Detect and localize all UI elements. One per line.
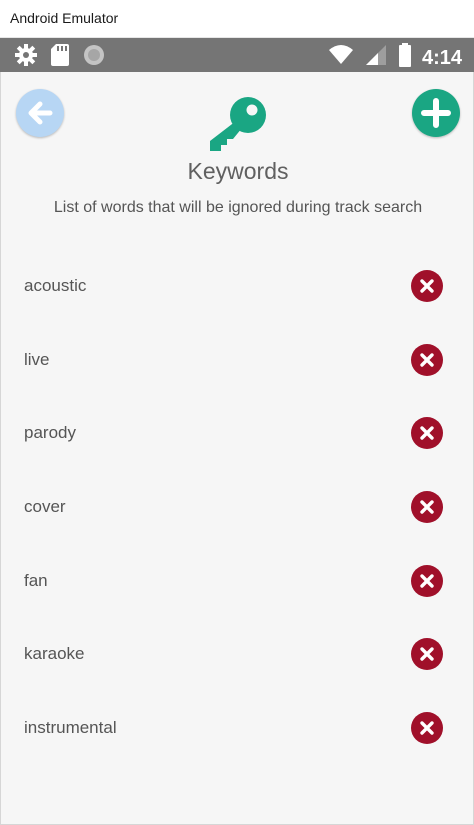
back-button[interactable] <box>16 89 64 137</box>
circle-icon <box>82 43 106 72</box>
list-item: fan <box>1 544 473 618</box>
page-title: Keywords <box>187 158 289 184</box>
keyword-label: live <box>24 349 50 369</box>
list-item: parody <box>1 396 473 470</box>
signal-icon <box>364 43 388 72</box>
keyword-label: acoustic <box>24 276 87 295</box>
page-subtitle: List of words that will be ignored durin… <box>53 199 423 216</box>
list-item: live <box>1 323 473 397</box>
remove-keyword-button[interactable] <box>411 638 443 671</box>
window-titlebar: Android Emulator <box>0 0 474 38</box>
window-title: Android Emulator <box>10 10 119 26</box>
keyword-list: acoustic live parody cover fan karaoke i… <box>1 249 473 765</box>
app-screen: Keywords List of words that will be igno… <box>0 72 474 825</box>
keyword-label: instrumental <box>24 718 117 738</box>
close-icon <box>420 574 434 588</box>
wifi-icon <box>328 43 354 72</box>
close-icon <box>420 647 434 662</box>
battery-icon <box>398 43 412 72</box>
keyword-label: cover <box>24 497 66 517</box>
keyword-label: fan <box>24 570 48 590</box>
close-icon <box>420 279 434 293</box>
gear-icon <box>14 43 38 72</box>
remove-keyword-button[interactable] <box>411 343 443 376</box>
add-keyword-button[interactable] <box>412 89 460 137</box>
close-icon <box>420 352 434 367</box>
remove-keyword-button[interactable] <box>411 491 443 524</box>
close-icon <box>420 426 434 441</box>
arrow-left-icon <box>28 101 53 125</box>
keyword-label: karaoke <box>24 644 85 664</box>
remove-keyword-button[interactable] <box>411 270 443 302</box>
sd-card-icon <box>50 43 70 72</box>
key-icon <box>210 97 266 151</box>
list-item: cover <box>1 470 473 544</box>
status-clock: 4:14 <box>421 46 462 69</box>
list-item: instrumental <box>1 691 473 765</box>
status-bar: 4:14 <box>0 38 474 72</box>
list-item: acoustic <box>1 249 473 323</box>
remove-keyword-button[interactable] <box>411 417 443 450</box>
remove-keyword-button[interactable] <box>411 564 443 597</box>
plus-icon <box>421 98 451 128</box>
keyword-label: parody <box>24 423 76 443</box>
close-icon <box>420 500 434 514</box>
close-icon <box>420 721 434 735</box>
list-item: karaoke <box>1 617 473 691</box>
remove-keyword-button[interactable] <box>411 712 443 745</box>
